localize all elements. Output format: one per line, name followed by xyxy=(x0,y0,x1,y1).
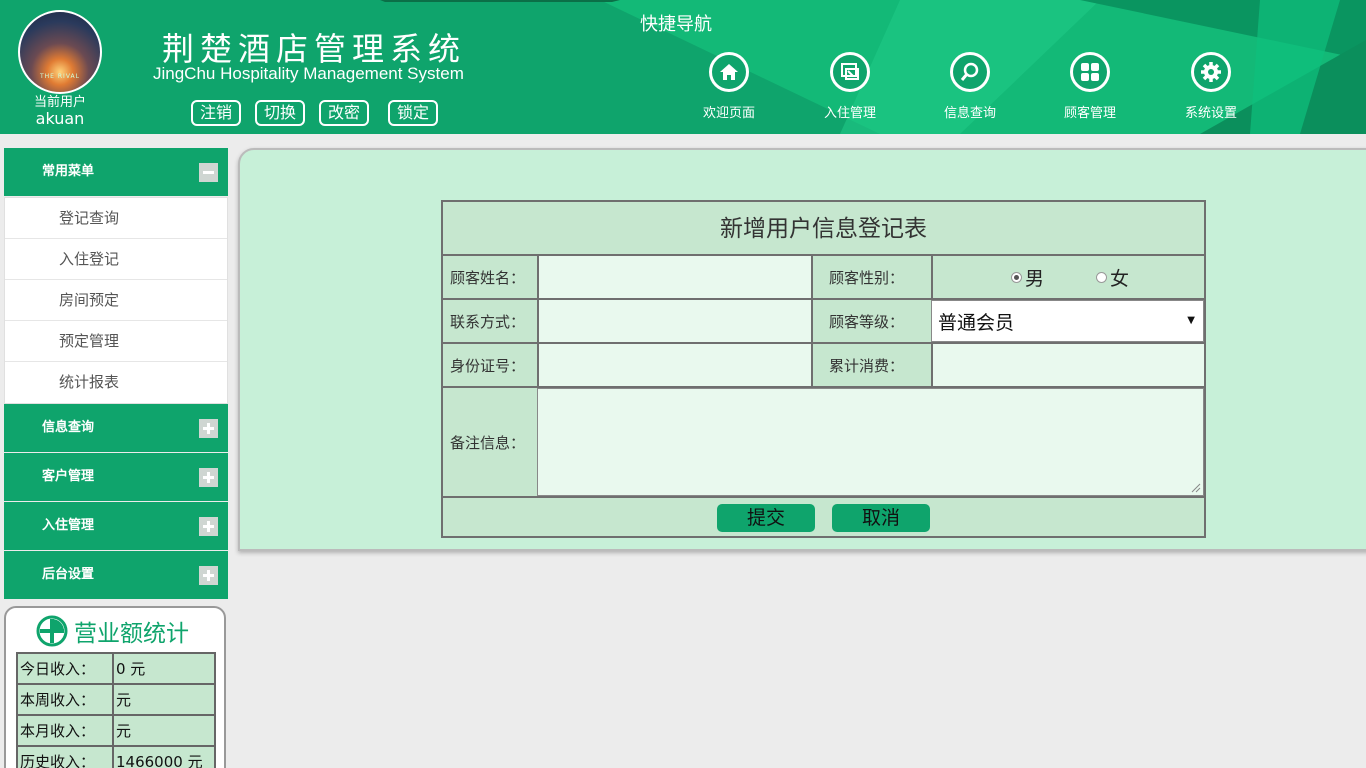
user-avatar[interactable]: THE RIVAL xyxy=(18,10,102,94)
cancel-button[interactable]: 取消 xyxy=(832,504,930,532)
sidebar-group-checkin[interactable]: 入住管理 xyxy=(4,502,228,550)
sidebar-submenu: 登记查询 入住登记 房间预定 预定管理 统计报表 xyxy=(4,197,228,404)
sidebar-item-report[interactable]: 统计报表 xyxy=(5,362,227,403)
search-icon xyxy=(950,52,990,92)
stat-label: 历史收入： xyxy=(16,745,114,768)
level-select-value: 普通会员 xyxy=(938,311,1015,334)
sidebar-item-booking-manage[interactable]: 预定管理 xyxy=(5,321,227,362)
logout-button[interactable]: 注销 xyxy=(191,100,241,126)
stat-value: 1466000 元 xyxy=(112,745,216,768)
form-button-row: 提交 取消 xyxy=(443,498,1204,536)
radio-male[interactable] xyxy=(1011,271,1022,283)
sidebar-group-label: 常用菜单 xyxy=(42,164,95,179)
expand-icon[interactable] xyxy=(199,468,218,487)
sidebar-item-room-booking[interactable]: 房间预定 xyxy=(5,280,227,321)
dropdown-arrow-icon: ▼ xyxy=(1187,315,1195,326)
gender-female-option[interactable]: 女 xyxy=(1096,264,1129,291)
nav-settings-label: 系统设置 xyxy=(1184,106,1237,121)
level-label: 顾客等级： xyxy=(829,312,905,331)
sidebar-item-checkin-register[interactable]: 入住登记 xyxy=(5,239,227,280)
total-spend-label: 累计消费： xyxy=(829,356,905,375)
sidebar-group-admin[interactable]: 后台设置 xyxy=(4,551,228,599)
expand-icon[interactable] xyxy=(199,566,218,585)
new-customer-form: 新增用户信息登记表 顾客姓名： 顾客性别： 男 女 联系方式： 顾客等级： 普通… xyxy=(441,200,1206,538)
expand-icon[interactable] xyxy=(199,517,218,536)
nav-checkin-label: 入住管理 xyxy=(823,106,876,121)
collapse-icon[interactable] xyxy=(199,163,218,182)
current-user-name: akuan xyxy=(35,109,85,128)
gear-icon xyxy=(1191,52,1231,92)
sidebar-group-label: 入住管理 xyxy=(42,518,95,533)
expand-icon[interactable] xyxy=(199,419,218,438)
sidebar-group-query[interactable]: 信息查询 xyxy=(4,404,228,452)
table-row: 历史收入： 1466000 元 xyxy=(16,745,216,768)
stat-label: 本月收入： xyxy=(16,714,114,747)
form-title: 新增用户信息登记表 xyxy=(443,202,1204,256)
nav-checkin[interactable]: 入住管理 xyxy=(805,52,895,121)
nav-customers-label: 顾客管理 xyxy=(1063,106,1116,121)
gender-male-label: 男 xyxy=(1025,267,1045,290)
table-row: 今日收入： 0 元 xyxy=(16,652,216,685)
nav-welcome[interactable]: 欢迎页面 xyxy=(684,52,774,121)
grid-icon xyxy=(1070,52,1110,92)
form-row-phone-level: 联系方式： 顾客等级： 普通会员 ▼ xyxy=(443,300,1204,344)
change-password-button[interactable]: 改密 xyxy=(319,100,369,126)
stat-label: 今日收入： xyxy=(16,652,114,685)
sidebar-group-common[interactable]: 常用菜单 xyxy=(4,148,228,196)
switch-user-button[interactable]: 切换 xyxy=(255,100,305,126)
gender-female-label: 女 xyxy=(1110,267,1130,290)
table-row: 本周收入：元 xyxy=(16,683,216,716)
radio-female[interactable] xyxy=(1096,271,1108,283)
resize-handle-icon[interactable] xyxy=(1191,483,1201,493)
submit-button[interactable]: 提交 xyxy=(717,504,815,532)
quick-nav-title: 快捷导航 xyxy=(640,14,712,35)
revenue-table: 今日收入： 0 元 本周收入：元 本月收入：元 历史收入： 1466000 元 xyxy=(16,652,216,768)
level-select[interactable]: 普通会员 ▼ xyxy=(931,300,1204,342)
phone-input[interactable] xyxy=(537,300,813,342)
checkin-icon xyxy=(830,52,870,92)
pie-chart-icon xyxy=(36,615,68,647)
sidebar-group-label: 后台设置 xyxy=(42,567,95,582)
customer-name-label: 顾客姓名： xyxy=(450,268,526,287)
id-number-input[interactable] xyxy=(537,344,813,386)
note-textarea[interactable] xyxy=(537,388,1204,496)
revenue-stats-panel: 营业额统计 今日收入： 0 元 本周收入：元 本月收入：元 历史收入： 146600… xyxy=(4,606,226,768)
home-icon xyxy=(709,52,749,92)
stat-value: 元 xyxy=(112,683,216,716)
phone-label: 联系方式： xyxy=(450,312,526,331)
header-bar: THE RIVAL 当前用户 akuan 荆楚酒店管理系统 JingChu Ho… xyxy=(0,0,1366,134)
form-row-note: 备注信息： xyxy=(443,388,1204,498)
gender-label: 顾客性别： xyxy=(829,268,905,287)
nav-settings[interactable]: 系统设置 xyxy=(1166,52,1256,121)
nav-customers[interactable]: 顾客管理 xyxy=(1045,52,1135,121)
customer-name-input[interactable] xyxy=(537,256,813,298)
avatar-caption: THE RIVAL xyxy=(40,73,80,80)
sidebar-group-label: 信息查询 xyxy=(42,420,95,435)
sidebar-group-customers[interactable]: 客户管理 xyxy=(4,453,228,501)
lock-button[interactable]: 锁定 xyxy=(388,100,438,126)
nav-welcome-label: 欢迎页面 xyxy=(702,106,755,121)
gender-male-option[interactable]: 男 xyxy=(1011,264,1044,291)
revenue-stats-title-text: 营业额统计 xyxy=(74,621,189,647)
form-row-name-gender: 顾客姓名： 顾客性别： 男 女 xyxy=(443,256,1204,300)
total-spend-input[interactable] xyxy=(931,344,1204,386)
nav-query[interactable]: 信息查询 xyxy=(925,52,1015,121)
note-label: 备注信息： xyxy=(450,433,526,452)
form-row-id-spend: 身份证号： 累计消费： xyxy=(443,344,1204,388)
stat-label: 本周收入： xyxy=(16,683,114,716)
gender-radio-group: 男 女 xyxy=(931,256,1204,298)
revenue-stats-title: 营业额统计 xyxy=(36,614,214,648)
system-subtitle: JingChu Hospitality Management System xyxy=(153,64,464,83)
nav-query-label: 信息查询 xyxy=(943,106,996,121)
sidebar-item-register-query[interactable]: 登记查询 xyxy=(5,198,227,239)
current-user-label: 当前用户 xyxy=(33,95,86,110)
table-row: 本月收入：元 xyxy=(16,714,216,747)
id-number-label: 身份证号： xyxy=(450,356,526,375)
sidebar: 常用菜单 登记查询 入住登记 房间预定 预定管理 统计报表 信息查询 客户管理 … xyxy=(4,148,228,600)
stat-value: 元 xyxy=(112,714,216,747)
sidebar-group-label: 客户管理 xyxy=(42,469,95,484)
stat-value: 0 元 xyxy=(112,652,216,685)
